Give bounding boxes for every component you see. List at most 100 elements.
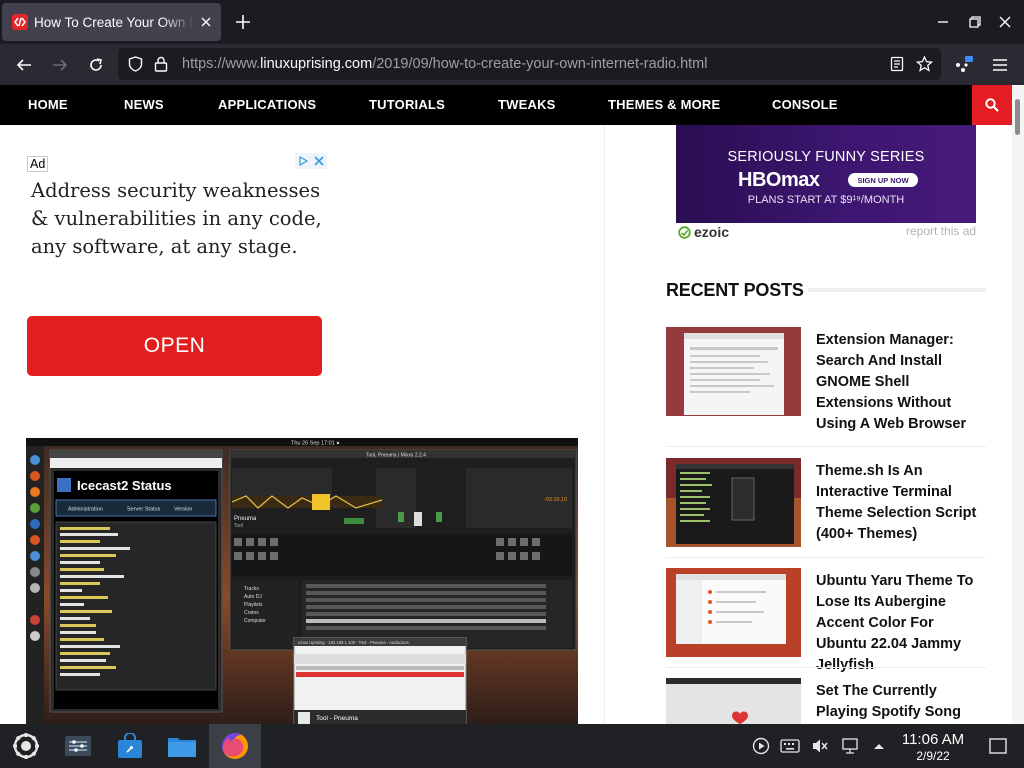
tracking-protection-shield-icon[interactable] <box>126 55 144 73</box>
ad-open-button[interactable]: OPEN <box>27 316 322 376</box>
ad-close-icon[interactable] <box>311 153 327 169</box>
hbo-signup-button[interactable]: SIGN UP NOW <box>848 173 918 187</box>
post-divider <box>666 667 986 668</box>
new-tab-icon[interactable] <box>232 11 254 33</box>
url-host: linuxuprising.com <box>260 56 373 72</box>
url-prefix: https://www. <box>182 56 261 72</box>
firefox-taskbar-button[interactable] <box>209 724 261 768</box>
icecast-status-title: Icecast2 Status <box>77 478 172 493</box>
hbo-ad-headline: SERIOUSLY FUNNY SERIES <box>727 149 925 165</box>
site-favicon-icon <box>12 14 28 30</box>
restore-icon[interactable] <box>964 11 986 33</box>
mixxx-folder-playlists: Playlists <box>244 602 263 608</box>
close-window-icon[interactable] <box>994 11 1016 33</box>
mixxx-time-readout: -03:20.10 <box>544 497 567 503</box>
icecast-tab-version: Version <box>174 507 192 513</box>
adchoices-icon[interactable] <box>295 153 311 169</box>
url-path: /2019/09/how-to-create-your-own-internet… <box>372 56 708 72</box>
post-divider <box>666 557 986 558</box>
app-launcher-icon[interactable] <box>4 724 48 768</box>
extensions-icon[interactable] <box>952 53 976 77</box>
minimize-icon[interactable] <box>932 11 954 33</box>
screenshot-clock-text: Thu 26 Sep 17:01 ● <box>291 441 340 447</box>
nav-tweaks[interactable]: TWEAKS <box>498 97 556 112</box>
page-content: Ad Address security weaknesses & vulnera… <box>0 125 1012 724</box>
ad-choices[interactable] <box>295 153 327 169</box>
taskbar: 11:06 AM 2/9/22 <box>0 724 1024 768</box>
firefox-icon <box>222 733 248 759</box>
tab-title: How To Create Your Own Internet Radio <box>34 14 194 30</box>
hbo-max-ad[interactable]: SERIOUSLY FUNNY SERIES HBOmax SIGN UP NO… <box>676 125 976 223</box>
heading-rule <box>808 288 986 292</box>
network-icon[interactable] <box>839 735 861 757</box>
post-thumbnail[interactable] <box>666 458 801 547</box>
ad-text[interactable]: Address security weaknesses & vulnerabil… <box>31 177 331 261</box>
system-clock[interactable]: 11:06 AM 2/9/22 <box>896 731 970 763</box>
lock-icon[interactable] <box>152 55 170 73</box>
report-ad-link[interactable]: report this ad <box>906 224 976 238</box>
nav-home[interactable]: HOME <box>28 97 68 112</box>
site-navigation: HOME NEWS APPLICATIONS TUTORIALS TWEAKS … <box>0 85 1012 125</box>
back-icon[interactable] <box>12 53 36 77</box>
post-thumbnail[interactable] <box>666 568 801 657</box>
nav-tutorials[interactable]: TUTORIALS <box>369 97 445 112</box>
scrollbar-thumb[interactable] <box>1015 99 1020 135</box>
mixxx-track-label: Pneuma <box>234 516 257 522</box>
site-search-button[interactable] <box>972 85 1012 125</box>
post-title[interactable]: Extension Manager: Search And Install GN… <box>816 330 988 435</box>
bookmark-star-icon[interactable] <box>915 55 933 73</box>
tab-close-icon[interactable] <box>197 13 215 31</box>
page-scrollbar[interactable] <box>1012 85 1024 724</box>
mixxx-folder-computer: Computer <box>244 618 266 624</box>
reader-view-icon[interactable] <box>888 55 906 73</box>
mixxx-title: Tool, Pneuma | Mixxx 2.2.4 <box>366 453 426 459</box>
screenshot-illustration: Thu 26 Sep 17:01 ● Icecast2 Status Admin… <box>26 438 578 724</box>
post-title[interactable]: Ubuntu Yaru Theme To Lose Its Aubergine … <box>816 571 988 676</box>
menu-icon[interactable] <box>988 53 1012 77</box>
browser-toolbar: https://www.linuxuprising.com/2019/09/ho… <box>0 44 1024 85</box>
post-thumbnail[interactable] <box>666 327 801 416</box>
mixxx-folder-tracks: Tracks <box>244 586 259 592</box>
column-divider <box>604 125 605 724</box>
mixxx-artist-label: Tool <box>234 523 243 529</box>
icecast-tab-administration: Administration <box>68 507 103 513</box>
post-divider <box>666 446 986 447</box>
ezoic-logo-icon <box>678 225 691 239</box>
post-title[interactable]: Set The Currently Playing Spotify Song <box>816 681 988 723</box>
address-bar[interactable]: https://www.linuxuprising.com/2019/09/ho… <box>118 48 941 80</box>
tray-expand-icon[interactable] <box>868 735 890 757</box>
clock-time: 11:06 AM <box>901 731 965 748</box>
forward-icon[interactable] <box>48 53 72 77</box>
nav-news[interactable]: NEWS <box>124 97 164 112</box>
active-tab[interactable]: How To Create Your Own Internet Radio <box>2 3 221 41</box>
discover-store-icon[interactable] <box>108 724 152 768</box>
mixxx-folder-autodj: Auto DJ <box>244 594 262 600</box>
nav-applications[interactable]: APPLICATIONS <box>218 97 316 112</box>
hbo-ad-price: PLANS START AT $9¹⁹/MONTH <box>747 194 905 206</box>
audacious-title: Linux Uprising - 192.168.1.100 - Tool - … <box>298 640 409 645</box>
volume-muted-icon[interactable] <box>809 735 831 757</box>
article-screenshot-image: Thu 26 Sep 17:01 ● Icecast2 Status Admin… <box>26 438 578 724</box>
media-player-icon[interactable] <box>750 735 772 757</box>
ezoic-label: ezoic <box>694 224 730 240</box>
keyboard-icon[interactable] <box>779 735 801 757</box>
audacious-track: Tool - Pneuma <box>316 715 358 722</box>
clock-date: 2/9/22 <box>916 749 950 763</box>
reload-icon[interactable] <box>84 53 108 77</box>
show-desktop-icon[interactable] <box>987 735 1009 757</box>
search-icon <box>985 98 999 112</box>
post-thumbnail[interactable] <box>666 678 801 724</box>
hbo-max-logo: HBOmax <box>738 169 820 191</box>
url-text[interactable]: https://www.linuxuprising.com/2019/09/ho… <box>182 56 707 72</box>
ezoic-badge[interactable]: ezoic <box>678 224 729 240</box>
system-settings-icon[interactable] <box>56 724 100 768</box>
file-manager-icon[interactable] <box>160 724 204 768</box>
post-title[interactable]: Theme.sh Is An Interactive Terminal Them… <box>816 461 988 545</box>
icecast-tab-server-status: Server Status <box>127 507 161 513</box>
mixxx-folder-crates: Crates <box>244 610 259 616</box>
nav-themes-more[interactable]: THEMES & MORE <box>608 97 720 112</box>
ad-label: Ad <box>27 156 49 172</box>
browser-tab-bar: How To Create Your Own Internet Radio <box>0 0 1024 44</box>
recent-posts-heading: RECENT POSTS <box>666 280 804 300</box>
nav-console[interactable]: CONSOLE <box>772 97 838 112</box>
